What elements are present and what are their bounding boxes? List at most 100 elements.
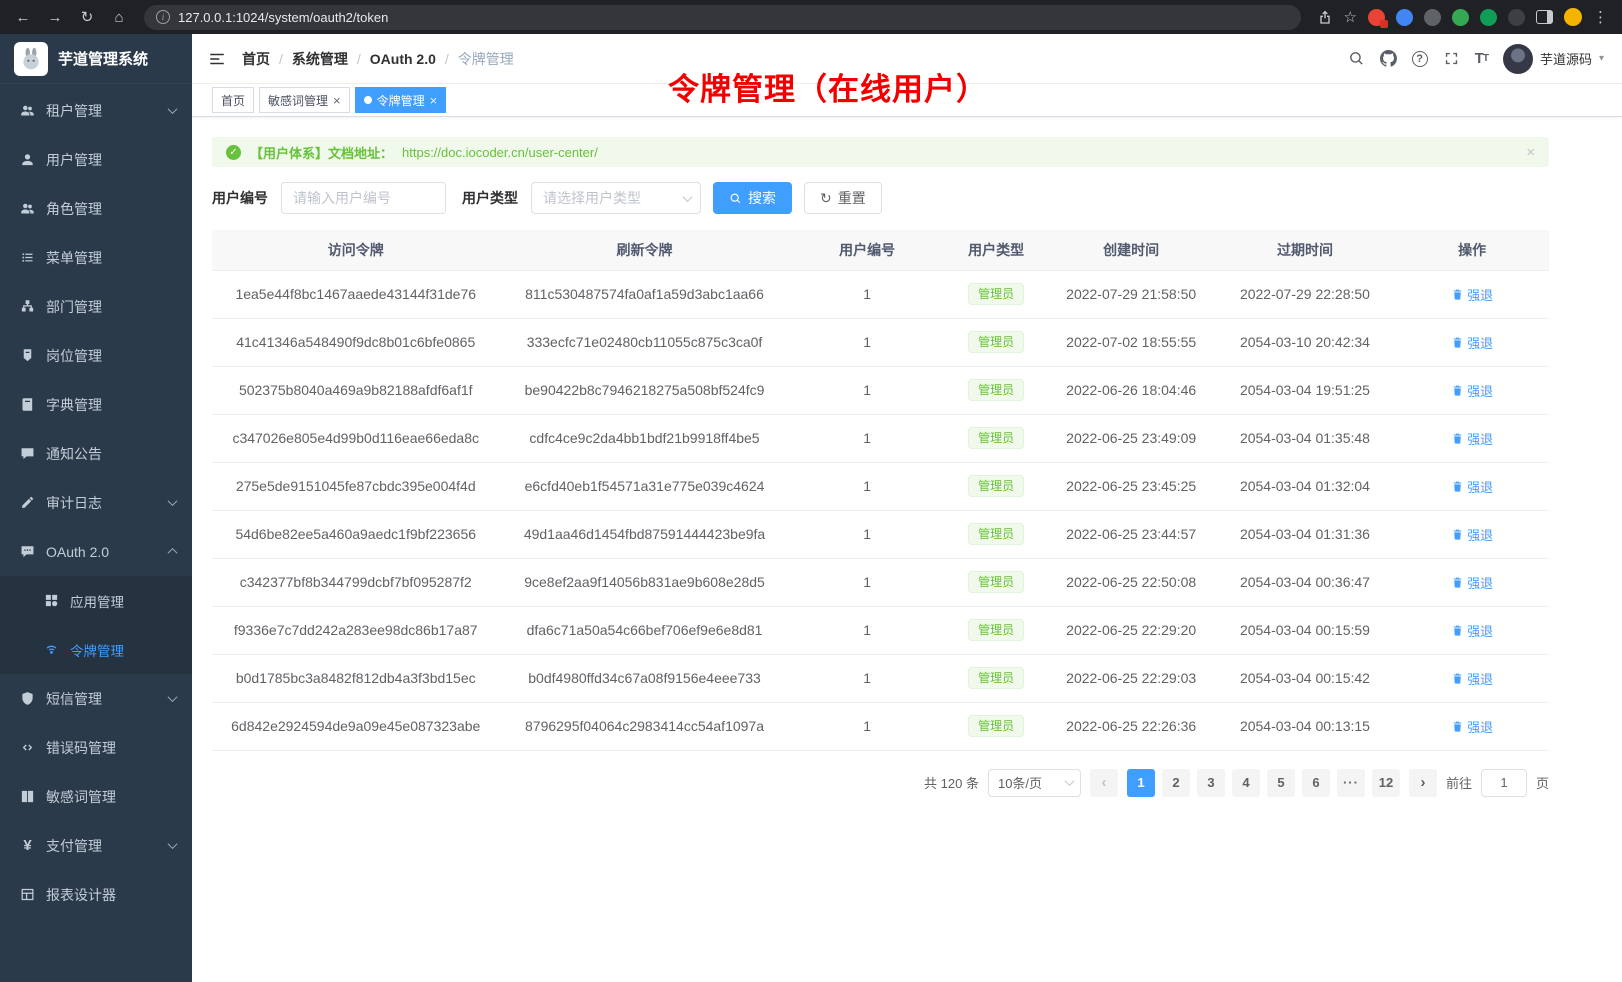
user-type-cell: 管理员 — [945, 702, 1048, 750]
extension-icon[interactable] — [1452, 9, 1469, 26]
next-page-button[interactable]: › — [1409, 769, 1437, 797]
sidebar-item-report-designer[interactable]: 报表设计器 — [0, 870, 192, 919]
app-logo[interactable]: 芋道管理系统 — [0, 34, 192, 84]
sidebar-item-post[interactable]: 岗位管理 — [0, 331, 192, 380]
sidebar-item-sms[interactable]: 短信管理 — [0, 674, 192, 723]
github-icon[interactable] — [1380, 50, 1397, 67]
user-id-cell: 1 — [790, 558, 945, 606]
access-token-cell: 6d842e2924594de9a09e45e087323abe — [212, 702, 499, 750]
share-icon[interactable] — [1317, 9, 1333, 25]
tab-home[interactable]: 首页 — [212, 87, 254, 113]
access-token-cell: b0d1785bc3a8482f812db4a3f3bd15ec — [212, 654, 499, 702]
user-id-input[interactable] — [281, 182, 446, 214]
sidebar-item-role[interactable]: 角色管理 — [0, 184, 192, 233]
bookmark-star-icon[interactable]: ☆ — [1344, 8, 1357, 26]
force-logout-button[interactable]: 强退 — [1451, 477, 1493, 496]
reset-button[interactable]: ↻ 重置 — [804, 182, 882, 214]
shield-icon — [20, 691, 35, 706]
page-size-select[interactable]: 10条/页 — [988, 769, 1081, 797]
address-bar[interactable]: i 127.0.0.1:1024/system/oauth2/token — [144, 5, 1301, 30]
search-icon[interactable] — [1348, 50, 1365, 67]
sidebar-item-errcode[interactable]: 错误码管理 — [0, 723, 192, 772]
force-logout-button[interactable]: 强退 — [1451, 717, 1493, 736]
sidebar-item-label: 用户管理 — [46, 150, 102, 170]
search-icon — [729, 192, 742, 205]
browser-forward-button[interactable]: → — [42, 4, 68, 30]
fullscreen-icon[interactable] — [1443, 50, 1460, 67]
sidebar-item-oauth2-token[interactable]: 令牌管理 — [0, 625, 192, 674]
force-logout-button[interactable]: 强退 — [1451, 573, 1493, 592]
tab-sensitive-word[interactable]: 敏感词管理× — [259, 87, 350, 113]
page-button[interactable]: 6 — [1302, 769, 1330, 797]
page-button[interactable]: 12 — [1372, 769, 1400, 797]
tab-close-icon[interactable]: × — [430, 94, 438, 107]
breadcrumb-item[interactable]: 首页 — [242, 49, 270, 69]
help-icon[interactable]: ? — [1412, 51, 1428, 67]
user-type-badge: 管理员 — [968, 331, 1024, 353]
extension-icon[interactable] — [1396, 9, 1413, 26]
reset-button-label: 重置 — [838, 188, 866, 208]
top-header: 首页/系统管理/OAuth 2.0/令牌管理 ? TT 芋道源码 — [192, 34, 1622, 84]
action-cell: 强退 — [1395, 654, 1549, 702]
prev-page-button[interactable]: ‹ — [1090, 769, 1118, 797]
page-button[interactable]: 1 — [1127, 769, 1155, 797]
sidebar-item-label: 角色管理 — [46, 199, 102, 219]
extension-puzzle-icon[interactable] — [1480, 9, 1497, 26]
sidebar-item-audit-log[interactable]: 审计日志 — [0, 478, 192, 527]
sidebar-item-menu[interactable]: 菜单管理 — [0, 233, 192, 282]
browser-reload-button[interactable]: ↻ — [74, 4, 100, 30]
sidebar-item-label: 部门管理 — [46, 297, 102, 317]
extension-icon[interactable] — [1368, 9, 1385, 26]
browser-back-button[interactable]: ← — [10, 4, 36, 30]
extension-icon[interactable] — [1424, 9, 1441, 26]
user-type-badge: 管理员 — [968, 523, 1024, 545]
force-logout-button[interactable]: 强退 — [1451, 285, 1493, 304]
column-header: 刷新令牌 — [499, 230, 789, 270]
sidebar-item-pay[interactable]: ¥支付管理 — [0, 821, 192, 870]
browser-home-button[interactable]: ⌂ — [106, 4, 132, 30]
sidebar-item-label: 令牌管理 — [70, 640, 124, 660]
force-logout-button[interactable]: 强退 — [1451, 333, 1493, 352]
search-button[interactable]: 搜索 — [713, 182, 792, 214]
sidebar-item-oauth2-app[interactable]: 应用管理 — [0, 576, 192, 625]
sidebar-item-sensitive-word[interactable]: 敏感词管理 — [0, 772, 192, 821]
sidebar-item-dict[interactable]: 字典管理 — [0, 380, 192, 429]
page-button[interactable]: 3 — [1197, 769, 1225, 797]
goto-page-input[interactable] — [1481, 769, 1527, 797]
font-size-icon[interactable]: TT — [1475, 50, 1488, 67]
side-panel-icon[interactable] — [1536, 10, 1553, 24]
sidebar-item-dept[interactable]: 部门管理 — [0, 282, 192, 331]
page-button[interactable]: 5 — [1267, 769, 1295, 797]
force-logout-button[interactable]: 强退 — [1451, 669, 1493, 688]
sidebar-item-oauth2[interactable]: OAuth 2.0 — [0, 527, 192, 576]
breadcrumb-item[interactable]: 系统管理 — [292, 49, 348, 69]
user-menu[interactable]: 芋道源码 ▾ — [1503, 44, 1604, 74]
chevron-down-icon — [683, 192, 693, 202]
sidebar-item-user[interactable]: 用户管理 — [0, 135, 192, 184]
browser-profile-avatar[interactable] — [1564, 8, 1582, 26]
more-pages-button[interactable]: ··· — [1337, 769, 1365, 797]
extension-icon[interactable] — [1508, 9, 1525, 26]
sidebar-item-label: 通知公告 — [46, 444, 102, 464]
browser-menu-icon[interactable]: ⋮ — [1593, 8, 1608, 26]
table-row: 275e5de9151045fe87cbdc395e004f4de6cfd40e… — [212, 462, 1549, 510]
tab-close-icon[interactable]: × — [333, 94, 341, 107]
force-logout-label: 强退 — [1467, 381, 1493, 400]
tab-oauth2-token[interactable]: 令牌管理× — [355, 87, 447, 113]
page-button[interactable]: 4 — [1232, 769, 1260, 797]
user-type-select[interactable]: 请选择用户类型 — [531, 182, 701, 214]
sidebar-fold-icon[interactable] — [208, 50, 226, 68]
force-logout-button[interactable]: 强退 — [1451, 429, 1493, 448]
force-logout-button[interactable]: 强退 — [1451, 381, 1493, 400]
trash-icon — [1451, 432, 1464, 445]
alert-close-icon[interactable]: × — [1526, 144, 1535, 161]
force-logout-button[interactable]: 强退 — [1451, 525, 1493, 544]
breadcrumb-item[interactable]: OAuth 2.0 — [370, 51, 436, 67]
force-logout-button[interactable]: 强退 — [1451, 621, 1493, 640]
page-button[interactable]: 2 — [1162, 769, 1190, 797]
page-info-icon[interactable]: i — [156, 10, 170, 24]
sidebar-item-notice[interactable]: 通知公告 — [0, 429, 192, 478]
sidebar-item-tenant[interactable]: 租户管理 — [0, 86, 192, 135]
doc-link[interactable]: https://doc.iocoder.cn/user-center/ — [402, 145, 598, 160]
action-cell: 强退 — [1395, 510, 1549, 558]
